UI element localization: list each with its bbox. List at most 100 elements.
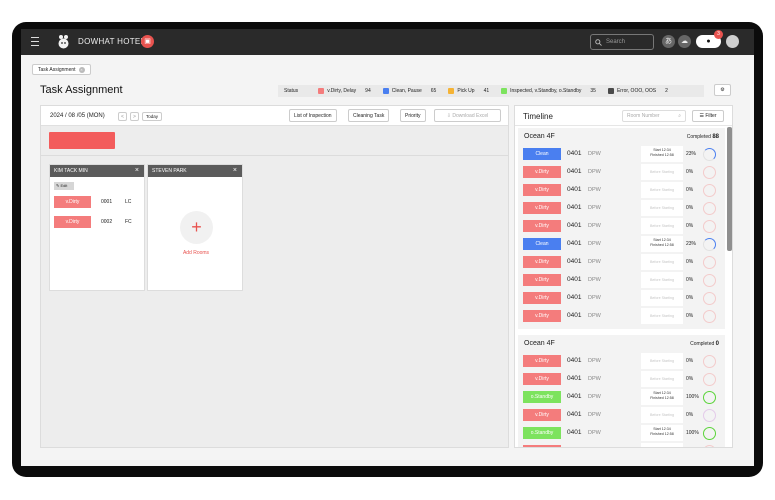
timeline-row[interactable]: v.Dirty 0401 DPW Before Starting 0% [518, 163, 725, 181]
legend-settings-button[interactable]: ⚙ [714, 84, 731, 96]
completed-count: Completed 88 [686, 134, 719, 140]
timeline-row[interactable]: v.Dirty 0401 DPW Before Starting 0% [518, 253, 725, 271]
progress-ring [703, 427, 716, 440]
room-type: DPW [588, 205, 601, 211]
timeline-row[interactable]: v.Dirty 0401 DPW Before Starting 0% [518, 181, 725, 199]
room-number: 0401 [567, 375, 582, 382]
status-badge: v.Dirty [523, 292, 561, 304]
room-number: 0401 [567, 393, 582, 400]
room-number: 0401 [567, 429, 582, 436]
timeline-row[interactable]: v.Dirty 0401 DPW Before Starting 0% [518, 370, 725, 388]
hotel-logo-icon [58, 35, 69, 49]
legend-title: Status [284, 88, 299, 94]
status-badge: v.Dirty [523, 256, 561, 268]
staff-column: KIM TACK MIN × ✎ Edit v.Dirty 0001 LC v.Dir… [49, 164, 145, 291]
close-icon[interactable]: × [233, 165, 237, 177]
timeline-group: Ocean 4F Completed 88 Clean 0401 DPW Sta… [518, 128, 725, 329]
room-number: 0401 [567, 447, 581, 448]
assignment-toolbar: 2024 / 08 /05 (MON) < > Today List of In… [41, 106, 508, 126]
progress-percent: 0% [686, 376, 694, 382]
filter-button[interactable]: ☰ Filter [692, 110, 724, 122]
timeline-row[interactable]: o.Standby 0401 DPW Start 12:34 Finished 1… [518, 424, 725, 442]
room-number: 0401 [567, 168, 582, 175]
timeline-row[interactable]: v.Dirty 0401 DPW Before Starting 0% [518, 406, 725, 424]
time-cell: Start 12:34 Finished 12:58 [641, 425, 683, 441]
timeline-row[interactable]: v.Dirty 0401 DPW Before Starting 0% [518, 352, 725, 370]
room-type: DPW [588, 223, 601, 229]
timeline-row[interactable]: v.Dirty 0401 DPW Before Starting 0% [518, 217, 725, 235]
status-badge: v.Dirty [523, 166, 561, 178]
menu-icon[interactable] [31, 37, 39, 46]
divider [41, 155, 508, 156]
assigned-room-row[interactable]: v.Dirty 0002 FC [54, 216, 142, 228]
search-icon [595, 38, 602, 46]
group-name: Ocean 4F [524, 340, 555, 347]
timeline-row[interactable]: o.Standby 0401 DPW Start 12:34 Finished 1… [518, 388, 725, 406]
prev-date-button[interactable]: < [118, 112, 127, 121]
timeline-scrollbar[interactable] [727, 127, 732, 251]
top-bar: DOWHAT HOTEL ▣ Search あ ☁ ● 3 [21, 29, 754, 55]
next-date-button[interactable]: > [130, 112, 139, 121]
time-cell: Before Starting [641, 218, 683, 234]
timeline-row[interactable]: v.Dirty 0401 DPW Before Starting 0% [518, 199, 725, 217]
time-cell: Before Starting [641, 182, 683, 198]
unassigned-bar[interactable] [49, 132, 115, 149]
download-excel-button[interactable]: ⇩ Download Excel [434, 109, 501, 122]
priority-button[interactable]: Priority [400, 109, 426, 122]
room-number: 0401 [567, 312, 582, 319]
page-title: Task Assignment [40, 84, 123, 96]
status-badge: v.Dirty [523, 220, 561, 232]
cleaning-task-button[interactable]: Cleaning Task [348, 109, 390, 122]
room-number: 0401 [567, 411, 582, 418]
timeline-row[interactable]: v.Dirty 0401 DPW Before Starting 0% [518, 307, 725, 325]
today-button[interactable]: Today [142, 112, 163, 121]
progress-percent: 0% [686, 259, 694, 265]
timeline-title: Timeline [523, 112, 553, 121]
progress-ring [703, 274, 716, 287]
status-badge: v.Dirty [523, 409, 561, 421]
progress-percent: 23% [686, 241, 697, 247]
room-number: 0401 [567, 240, 582, 247]
time-cell: Before Starting [641, 272, 683, 288]
progress-percent: 23% [686, 151, 697, 157]
room-type: DPW [588, 151, 601, 157]
group-name: Ocean 4F [524, 133, 555, 140]
room-type: DPW [588, 169, 601, 175]
group-header: Ocean 4F Completed 0 [518, 335, 725, 352]
timeline-row[interactable]: Clean 0401 DPW Start 12:34 Finished 12:58… [518, 145, 725, 163]
cloud-icon[interactable]: ☁ [678, 35, 691, 48]
calendar-icon[interactable]: ▣ [141, 35, 154, 48]
language-icon[interactable]: あ [662, 35, 675, 48]
legend-item: Inspected, v.Standby, o.Standby 35 [501, 88, 596, 94]
breadcrumb-tab[interactable]: Task Assignment × [32, 64, 91, 75]
search-input[interactable]: Search [590, 34, 654, 50]
status-badge: v.Dirty [523, 184, 561, 196]
status-badge: v.Dirty [523, 445, 561, 447]
room-number: 0401 [567, 294, 582, 301]
progress-percent: 100% [686, 430, 699, 436]
legend-item: Clean, Pause 65 [382, 88, 436, 94]
assigned-room-row[interactable]: v.Dirty 0001 LC [54, 196, 142, 208]
timeline-row[interactable]: v.Dirty 0401 DPW Before Starting 0% [518, 442, 725, 448]
room-number-input[interactable]: Room Number ⌕ [622, 110, 686, 122]
room-type: DPW [588, 259, 601, 265]
progress-ring [703, 220, 716, 233]
add-rooms-label[interactable]: Add Rooms [148, 250, 244, 256]
legend-item: v.Dirty, Delay 94 [318, 88, 371, 94]
edit-button[interactable]: ✎ Edit [54, 182, 74, 190]
close-icon[interactable]: × [78, 66, 85, 73]
timeline-row[interactable]: v.Dirty 0401 DPW Before Starting 0% [518, 289, 725, 307]
status-legend: Status v.Dirty, Delay 94 Clean, Pause 65 P… [278, 85, 704, 97]
progress-percent: 0% [686, 313, 694, 319]
group-header: Ocean 4F Completed 88 [518, 128, 725, 145]
time-cell: Before Starting [641, 254, 683, 270]
progress-ring [703, 355, 716, 368]
avatar[interactable] [726, 35, 739, 48]
timeline-row[interactable]: v.Dirty 0401 DPW Before Starting 0% [518, 271, 725, 289]
staff-header: STEVEN PARK × [148, 165, 242, 177]
completed-count: Completed 0 [690, 341, 719, 347]
timeline-row[interactable]: Clean 0401 DPW Start 12:34 Finished 12:58… [518, 235, 725, 253]
close-icon[interactable]: × [135, 165, 139, 177]
list-of-inspection-button[interactable]: List of Inspection [289, 109, 337, 122]
add-rooms-button[interactable]: + [180, 211, 213, 244]
